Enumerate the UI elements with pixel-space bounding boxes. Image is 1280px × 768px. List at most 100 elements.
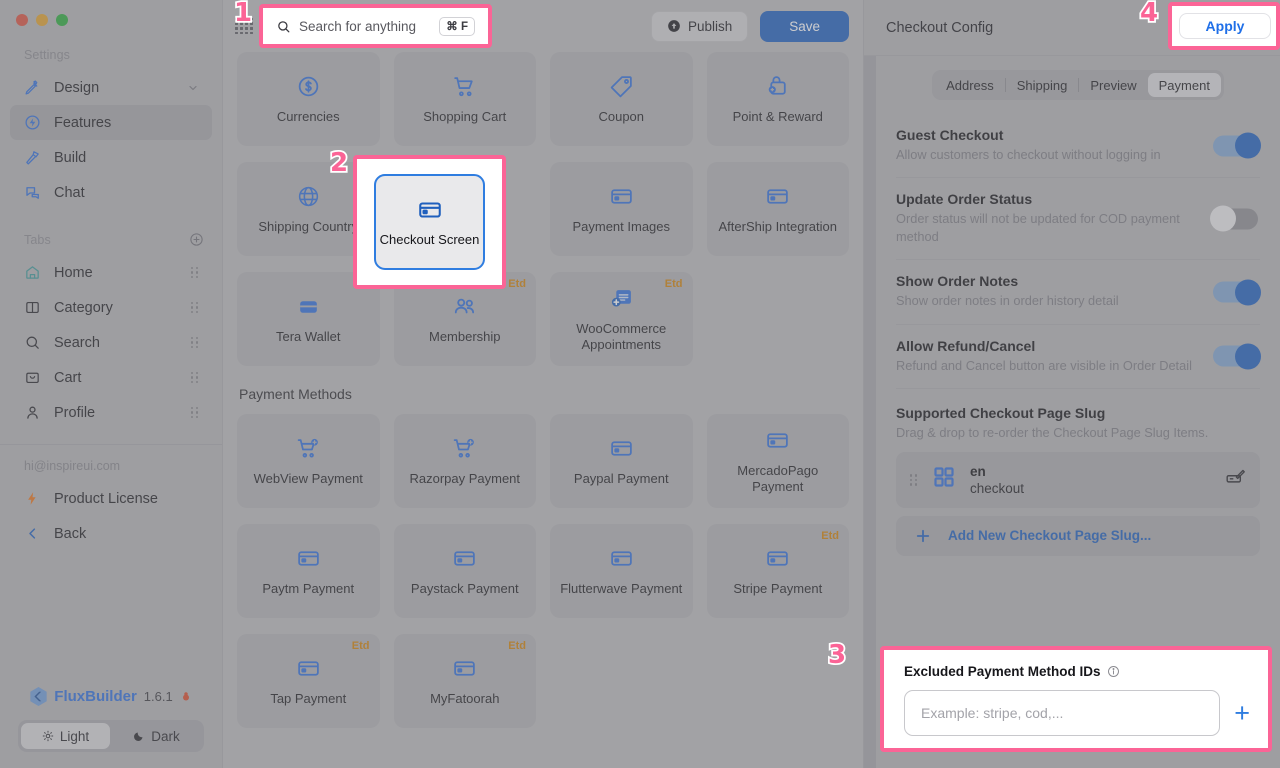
feature-tile-tap-payment[interactable]: Etd Tap Payment [237,634,380,728]
point-reward-icon [765,74,791,100]
sidebar-item-cart[interactable]: Cart [10,360,212,395]
currency-dollar-icon [295,74,321,100]
setting-description: Refund and Cancel button are visible in … [896,357,1192,373]
sidebar-item-back[interactable]: Back [10,516,212,551]
feature-tile-paystack-payment[interactable]: Paystack Payment [393,524,536,618]
config-tabs[interactable]: Address Shipping Preview Payment [932,70,1224,100]
payment-methods-group-title: Payment Methods [239,386,352,402]
feature-tile-paypal-payment[interactable]: Paypal Payment [550,414,693,508]
feature-tile-coupon[interactable]: Coupon [550,52,693,146]
sidebar-item-design[interactable]: Design [10,70,212,105]
credit-card-icon [452,546,478,572]
toggle-knob [1235,132,1261,159]
features-icon [23,113,42,132]
theme-option-dark[interactable]: Dark [112,723,201,749]
tab-shipping[interactable]: Shipping [1006,73,1079,97]
feature-tile-currencies[interactable]: Currencies [237,52,380,146]
features-row-2: Shipping Country Payment Images AfterShi… [237,162,849,256]
sidebar-item-category[interactable]: Category [10,290,212,325]
maximize-window-button[interactable] [56,14,68,26]
sidebar-item-chat[interactable]: Chat [10,175,212,210]
feature-tile-stripe-payment[interactable]: Etd Stripe Payment [706,524,849,618]
sidebar-item-features[interactable]: Features [10,105,212,140]
brand: FluxBuilder 1.6.1 [0,677,222,720]
apply-label: Apply [1205,18,1245,34]
setting-title: Show Order Notes [896,273,1019,290]
etd-badge: Etd [508,640,526,652]
feature-tile-myfatoorah[interactable]: Etd MyFatoorah [393,634,536,728]
globe-icon [295,184,321,210]
panel-scroll-rail[interactable] [864,56,876,768]
feature-tile-shopping-cart[interactable]: Shopping Cart [393,52,536,146]
feature-tile-label: Membership [428,328,501,344]
sidebar-item-label: Build [54,149,87,166]
sidebar-item-label: Design [54,79,100,96]
search-placeholder: Search for anything [299,18,417,34]
feature-tile-label: Tera Wallet [275,328,341,344]
tab-payment[interactable]: Payment [1147,73,1221,97]
add-new-checkout-page-slug-button[interactable]: Add New Checkout Page Slug... [896,515,1260,556]
theme-switch[interactable]: Light Dark [18,720,204,752]
search-input[interactable]: Search for anything ⌘ F [266,11,485,41]
allow-refund-cancel-toggle[interactable] [1213,343,1261,370]
drag-handle-icon[interactable] [191,301,199,314]
info-circle-icon[interactable] [1107,665,1120,678]
sidebar-item-profile[interactable]: Profile [10,395,212,430]
tab-label: Shipping [1016,77,1068,93]
credit-card-icon [608,546,634,572]
close-window-button[interactable] [16,14,28,26]
minimize-window-button[interactable] [36,14,48,26]
sidebar-item-build[interactable]: Build [10,140,212,175]
edit-pen-icon[interactable] [1225,467,1246,493]
show-order-notes-toggle[interactable] [1213,279,1261,306]
feature-tile-point-reward[interactable]: Point & Reward [706,52,849,146]
feature-tile-woocommerce-appointments[interactable]: Etd WooCommerce Appointments [550,272,693,366]
drag-handle-icon[interactable] [191,336,199,349]
etd-badge: Etd [351,640,370,652]
feature-tile-checkout-screen[interactable]: Checkout Screen [374,174,485,270]
slug-list-item[interactable]: en checkout [896,451,1260,508]
feature-tile-webview-payment[interactable]: WebView Payment [237,414,380,508]
sidebar: Settings Design Features Build Chat Tabs… [0,0,223,768]
theme-option-light[interactable]: Light [21,723,110,749]
feature-tile-razorpay-payment[interactable]: Razorpay Payment [393,414,536,508]
drag-handle-icon[interactable] [191,371,199,384]
sidebar-item-home[interactable]: Home [10,255,212,290]
feature-tile-label: Paytm Payment [262,580,355,596]
drag-handle-icon[interactable] [910,474,918,486]
feature-tile-paytm-payment[interactable]: Paytm Payment [237,524,380,618]
features-grid-scroll[interactable]: Currencies Shopping Cart Coupon Point & … [223,52,863,768]
drag-handle-icon[interactable] [191,266,199,279]
feature-tile-aftership-integration[interactable]: AfterShip Integration [706,162,849,256]
etd-badge: Etd [664,278,683,290]
tab-label: Payment [1158,77,1210,93]
sidebar-item-label: Cart [54,369,82,386]
tab-label: Address [946,77,994,93]
feature-tile-label: Coupon [598,108,645,124]
search-icon [23,333,42,352]
feature-tile-flutterwave-payment[interactable]: Flutterwave Payment [550,524,693,618]
sidebar-item-search[interactable]: Search [10,325,212,360]
bug-icon[interactable] [180,691,192,703]
add-excluded-payment-id-button[interactable]: + [1234,699,1250,727]
members-icon [452,294,478,320]
brand-version: 1.6.1 [143,689,173,704]
step-badge-1: 1 [232,0,254,28]
feature-tile-payment-images[interactable]: Payment Images [550,162,693,256]
credit-card-icon [417,197,443,223]
add-circle-icon[interactable] [189,232,204,247]
sun-icon [42,730,54,742]
apply-button[interactable]: Apply [1179,13,1271,39]
feature-tile-mercadopago-payment[interactable]: MercadoPago Payment [706,414,849,508]
fluxbuilder-logo-icon [30,687,47,706]
update-order-status-toggle[interactable] [1210,205,1258,232]
guest-checkout-toggle[interactable] [1213,132,1261,159]
excluded-payment-ids-input[interactable]: Example: stripe, cod,... [904,690,1221,736]
tab-preview[interactable]: Preview [1079,73,1147,97]
sidebar-item-label: Home [54,264,93,281]
save-button[interactable]: Save [760,10,849,42]
sidebar-item-product-license[interactable]: Product License [10,481,212,516]
publish-button[interactable]: Publish [650,10,749,42]
tab-address[interactable]: Address [935,73,1005,97]
drag-handle-icon[interactable] [191,406,199,419]
